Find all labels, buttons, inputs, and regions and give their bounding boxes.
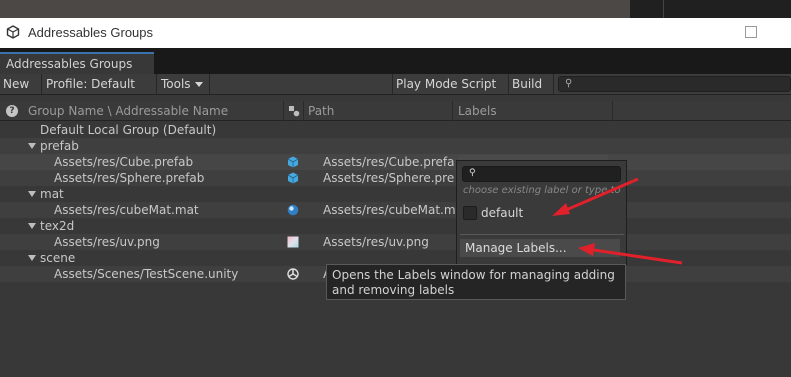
- asset-name: Assets/res/uv.png: [54, 235, 160, 249]
- asset-row[interactable]: Assets/res/uv.png Assets/res/uv.png: [0, 234, 791, 250]
- folder-name: mat: [40, 187, 64, 201]
- prefab-icon: [287, 172, 299, 184]
- folder-name: scene: [40, 251, 76, 265]
- manage-labels-button[interactable]: Manage Labels...: [460, 239, 620, 257]
- label-search-input[interactable]: ⚲: [462, 166, 621, 182]
- asset-path: Assets/res/Sphere.pre: [323, 171, 455, 185]
- asset-name: Assets/res/Sphere.prefab: [54, 171, 205, 185]
- scene-icon: [287, 268, 299, 280]
- profile-label: Profile: Default: [46, 77, 136, 91]
- expand-triangle-icon[interactable]: [28, 255, 36, 261]
- asset-row[interactable]: Assets/res/Cube.prefab Assets/res/Cube.p…: [0, 154, 791, 170]
- tooltip-text: Opens the Labels window for managing add…: [332, 268, 615, 297]
- caret-down-icon: [194, 82, 203, 87]
- asset-path: Assets/res/Cube.prefa: [323, 155, 455, 169]
- folder-name: tex2d: [40, 219, 75, 233]
- play-mode-label: Play Mode Script: [396, 77, 497, 91]
- asset-name: Assets/Scenes/TestScene.unity: [54, 267, 239, 281]
- tab-label: Addressables Groups: [6, 57, 133, 71]
- column-separator[interactable]: [612, 101, 613, 121]
- play-mode-script-dropdown[interactable]: Play Mode Script: [392, 74, 509, 107]
- search-icon: ⚲: [565, 78, 573, 89]
- background-divider: [663, 0, 664, 18]
- column-separator[interactable]: [452, 101, 453, 121]
- background-window: [630, 0, 791, 18]
- build-dropdown[interactable]: Build: [509, 74, 554, 107]
- unity-logo-icon: [6, 25, 20, 39]
- label-hint: choose existing label or type to cr: [463, 185, 623, 196]
- column-header: ? Group Name \ Addressable Name Path Lab…: [0, 101, 791, 121]
- default-label-text[interactable]: default: [481, 206, 523, 220]
- help-icon[interactable]: ?: [6, 105, 18, 117]
- asset-path: Assets/res/uv.png: [323, 235, 429, 249]
- window-titlebar: Addressables Groups: [0, 18, 791, 48]
- material-icon: [287, 204, 299, 216]
- group-row[interactable]: Default Local Group (Default): [0, 122, 791, 138]
- profile-dropdown[interactable]: Profile: Default: [43, 74, 157, 107]
- new-label: New: [3, 77, 30, 91]
- window-title: Addressables Groups: [28, 25, 154, 40]
- asset-type-icon: [289, 106, 300, 117]
- column-path-header[interactable]: Path: [308, 101, 334, 121]
- folder-row[interactable]: mat: [0, 186, 791, 202]
- asset-name: Assets/res/cubeMat.mat: [54, 203, 199, 217]
- asset-row[interactable]: Assets/res/cubeMat.mat Assets/res/cubeMa…: [0, 202, 791, 218]
- column-separator[interactable]: [283, 101, 284, 121]
- search-icon: ⚲: [469, 168, 476, 178]
- tooltip: Opens the Labels window for managing add…: [326, 264, 626, 300]
- folder-row[interactable]: prefab: [0, 138, 791, 154]
- asset-row[interactable]: Assets/res/Sphere.prefab Assets/res/Sphe…: [0, 170, 791, 186]
- group-name: Default Local Group (Default): [40, 123, 217, 137]
- maximize-button[interactable]: [745, 26, 757, 38]
- expand-triangle-icon[interactable]: [28, 223, 36, 229]
- tab-addressables-groups[interactable]: Addressables Groups: [0, 52, 154, 74]
- texture-icon: [287, 236, 299, 248]
- folder-name: prefab: [40, 139, 79, 153]
- default-label-checkbox[interactable]: [463, 206, 477, 220]
- folder-row[interactable]: tex2d: [0, 218, 791, 234]
- asset-path: Assets/res/cubeMat.m: [323, 203, 456, 217]
- tools-dropdown[interactable]: Tools: [158, 74, 210, 94]
- prefab-icon: [287, 156, 299, 168]
- new-dropdown[interactable]: New: [0, 74, 42, 107]
- asset-name: Assets/res/Cube.prefab: [54, 155, 194, 169]
- column-separator[interactable]: [303, 101, 304, 121]
- desktop-background: [0, 0, 791, 18]
- search-input[interactable]: ⚲: [558, 76, 791, 92]
- manage-labels-label: Manage Labels...: [465, 241, 567, 255]
- popup-divider: [460, 234, 624, 235]
- expand-triangle-icon[interactable]: [28, 143, 36, 149]
- expand-triangle-icon[interactable]: [28, 191, 36, 197]
- labels-popup: ⚲ choose existing label or type to cr de…: [456, 160, 627, 265]
- column-name-header[interactable]: Group Name \ Addressable Name: [28, 101, 228, 121]
- build-label: Build: [512, 77, 543, 91]
- column-labels-header[interactable]: Labels: [458, 101, 497, 121]
- tools-label: Tools: [161, 77, 191, 91]
